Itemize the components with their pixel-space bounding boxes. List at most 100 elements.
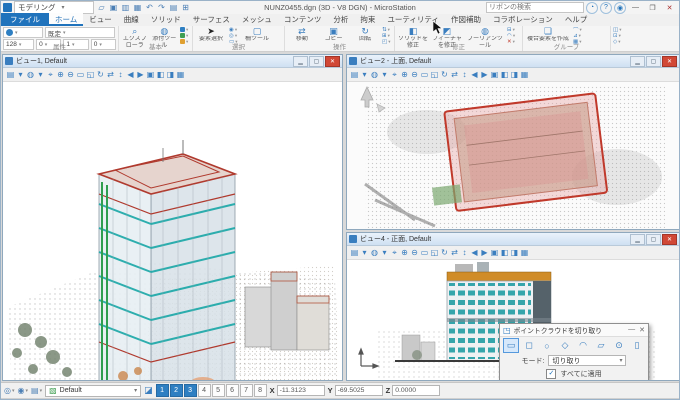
rotate-view-icon[interactable]: ↻ bbox=[440, 69, 449, 80]
view1-maximize-button[interactable]: ▢ bbox=[309, 56, 324, 67]
display-style-arrow-icon[interactable]: ▾ bbox=[36, 69, 45, 80]
walk-icon[interactable]: ↕ bbox=[116, 69, 125, 80]
app-logo-icon[interactable] bbox=[3, 3, 12, 12]
view-group-dropdown[interactable]: ▧ Default bbox=[45, 385, 141, 397]
view4-close-button[interactable]: ✕ bbox=[662, 234, 677, 245]
saved-views-icon[interactable]: ▦ bbox=[520, 69, 529, 80]
clip-freeform-icon[interactable]: ◠ bbox=[575, 338, 591, 353]
view2-minimize-button[interactable]: ▁ bbox=[630, 56, 645, 67]
active-model-icon[interactable]: ▤ bbox=[31, 386, 42, 395]
view4-viewport[interactable]: ◳ ポイントクラウドを切り取り — ✕ ▭◻○◇◠▱⊙▯ モード: 切り取り bbox=[347, 260, 679, 380]
rotate-view-icon[interactable]: ↻ bbox=[440, 247, 449, 258]
walk-icon[interactable]: ↕ bbox=[460, 69, 469, 80]
view-toggle-8[interactable]: 8 bbox=[254, 384, 267, 397]
tab-surfaces[interactable]: サーフェス bbox=[187, 13, 236, 26]
clip-mask-icon[interactable]: ◨ bbox=[166, 69, 175, 80]
zoom-in-icon[interactable]: ⊕ bbox=[400, 69, 409, 80]
zoom-in-icon[interactable]: ⊕ bbox=[400, 247, 409, 258]
zoom-out-icon[interactable]: ⊖ bbox=[410, 247, 419, 258]
account-icon[interactable]: ◉ bbox=[614, 2, 626, 14]
select-single-icon[interactable]: ◉ bbox=[229, 27, 239, 32]
view-attributes-icon[interactable]: ▤ bbox=[6, 69, 15, 80]
view-toggle-5[interactable]: 5 bbox=[212, 384, 225, 397]
minimize-button[interactable]: — bbox=[628, 2, 643, 13]
view2-viewport[interactable] bbox=[347, 82, 679, 229]
maximize-button[interactable]: ❐ bbox=[645, 2, 660, 13]
view4-title-bar[interactable]: ビュー4 - 正面, Default ▁ ▢ ✕ bbox=[347, 233, 679, 246]
close-button[interactable]: ✕ bbox=[662, 2, 677, 13]
isometric-building-model[interactable] bbox=[3, 82, 342, 380]
view2-maximize-button[interactable]: ▢ bbox=[646, 56, 661, 67]
display-style-icon[interactable]: ◍ bbox=[370, 247, 379, 258]
array-icon[interactable]: ⊞ bbox=[382, 33, 392, 38]
view-previous-icon[interactable]: ◀ bbox=[126, 69, 135, 80]
window-area-icon[interactable]: ▭ bbox=[76, 69, 85, 80]
view-toggle-7[interactable]: 7 bbox=[240, 384, 253, 397]
fit-view-icon[interactable]: ◱ bbox=[430, 247, 439, 258]
view-toggle-4[interactable]: 4 bbox=[198, 384, 211, 397]
view-attributes-icon[interactable]: ▤ bbox=[350, 247, 359, 258]
view4-maximize-button[interactable]: ▢ bbox=[646, 234, 661, 245]
display-style-icon[interactable]: ◍ bbox=[26, 69, 35, 80]
window-area-icon[interactable]: ▭ bbox=[420, 69, 429, 80]
print-icon[interactable]: ▤ bbox=[168, 2, 179, 13]
view-next-icon[interactable]: ▶ bbox=[480, 247, 489, 258]
clip-file-icon[interactable]: ▯ bbox=[629, 338, 645, 353]
fillet-icon[interactable]: ◠ bbox=[507, 33, 517, 38]
overflow-tool-1-icon[interactable]: ◫ bbox=[613, 27, 623, 32]
clip-volume-icon[interactable]: ◧ bbox=[500, 247, 509, 258]
copy-view-icon[interactable]: ▣ bbox=[490, 69, 499, 80]
display-style-arrow-icon[interactable]: ▾ bbox=[380, 69, 389, 80]
view-menu-icon[interactable] bbox=[349, 235, 357, 243]
overflow-tool-3-icon[interactable]: ◇ bbox=[613, 39, 623, 44]
drop-element-icon[interactable]: ⌒ bbox=[573, 27, 583, 32]
display-style-arrow-icon[interactable]: ▾ bbox=[380, 247, 389, 258]
tab-constraints[interactable]: 拘束 bbox=[354, 13, 381, 26]
clip-element-icon[interactable]: ▱ bbox=[593, 338, 609, 353]
zoom-out-icon[interactable]: ⊖ bbox=[410, 69, 419, 80]
select-block-icon[interactable]: ◎ bbox=[229, 33, 239, 38]
tab-help[interactable]: ヘルプ bbox=[559, 13, 594, 26]
view-menu-icon[interactable] bbox=[349, 57, 357, 65]
notification-bell-icon[interactable]: ◔ bbox=[586, 2, 598, 14]
view-previous-icon[interactable]: ◀ bbox=[470, 247, 479, 258]
ribbon-search-input[interactable] bbox=[486, 2, 584, 13]
compress-icon[interactable]: ▦ bbox=[132, 2, 143, 13]
tab-solids[interactable]: ソリッド bbox=[145, 13, 187, 26]
pan-view-icon[interactable]: ⇄ bbox=[106, 69, 115, 80]
trim-icon[interactable]: ⊟ bbox=[507, 27, 517, 32]
tab-curves[interactable]: 曲線 bbox=[118, 13, 145, 26]
tab-collaborate[interactable]: コラボレーション bbox=[487, 13, 559, 26]
view1-minimize-button[interactable]: ▁ bbox=[293, 56, 308, 67]
view-next-icon[interactable]: ▶ bbox=[136, 69, 145, 80]
active-color-dropdown[interactable] bbox=[3, 27, 43, 38]
mode-dropdown[interactable]: 切り取り bbox=[548, 355, 626, 366]
properties-icon[interactable]: ⊞ bbox=[180, 2, 191, 13]
z-coordinate-field[interactable]: 0.0000 bbox=[392, 385, 440, 396]
snap-mode-icon[interactable]: ◎ bbox=[4, 386, 15, 395]
tab-drawing-aids[interactable]: 作図補助 bbox=[445, 13, 487, 26]
top-view-point-cloud[interactable] bbox=[347, 82, 679, 229]
dialog-title-bar[interactable]: ◳ ポイントクラウドを切り取り — ✕ bbox=[500, 324, 648, 337]
clip-circle-icon[interactable]: ○ bbox=[539, 338, 555, 353]
view-next-icon[interactable]: ▶ bbox=[480, 69, 489, 80]
view1-viewport[interactable] bbox=[3, 82, 342, 380]
dialog-toggles-icon[interactable] bbox=[180, 27, 190, 32]
tab-content[interactable]: コンテンツ bbox=[278, 13, 328, 26]
save-settings-icon[interactable]: ▥ bbox=[120, 2, 131, 13]
locks-icon[interactable]: ◉ bbox=[18, 386, 29, 395]
tab-utilities[interactable]: ユーティリティ bbox=[381, 13, 445, 26]
zoom-in-icon[interactable]: ⊕ bbox=[56, 69, 65, 80]
view-attributes-arrow-icon[interactable]: ▾ bbox=[16, 69, 25, 80]
display-style-icon[interactable]: ◍ bbox=[370, 69, 379, 80]
apply-all-checkbox[interactable] bbox=[546, 369, 556, 379]
view-previous-icon[interactable]: ◀ bbox=[470, 69, 479, 80]
clip-shape-icon[interactable]: ◻ bbox=[521, 338, 537, 353]
view-toggle-1[interactable]: 1 bbox=[156, 384, 169, 397]
view4-minimize-button[interactable]: ▁ bbox=[630, 234, 645, 245]
view-toggle-2[interactable]: 2 bbox=[170, 384, 183, 397]
y-coordinate-field[interactable]: -69.5025 bbox=[335, 385, 383, 396]
mirror-icon[interactable]: ⇅ bbox=[382, 27, 392, 32]
view-toggle-3[interactable]: 3 bbox=[184, 384, 197, 397]
dialog-minimize-button[interactable]: — bbox=[628, 326, 635, 334]
